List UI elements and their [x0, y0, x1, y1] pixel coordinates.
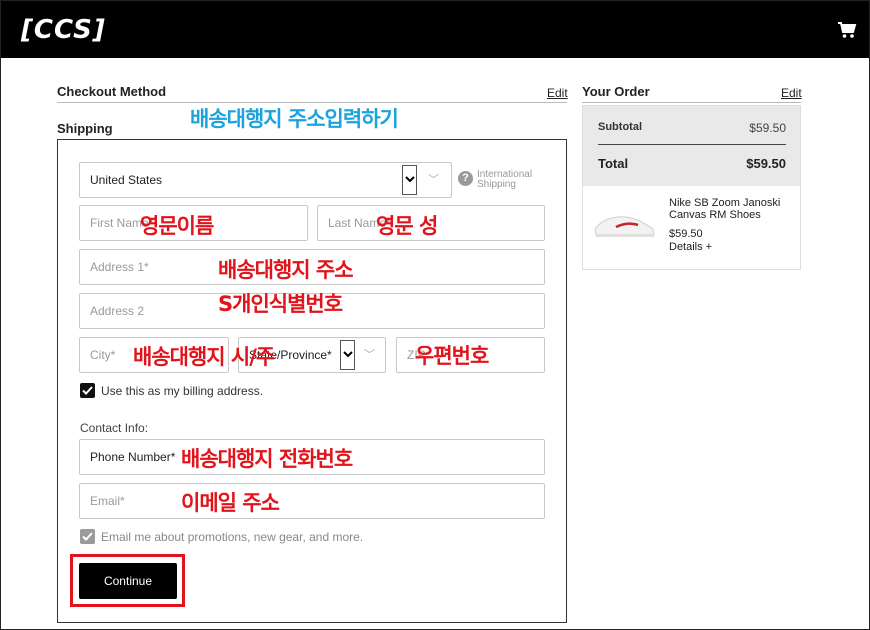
- order-totals: [583, 106, 800, 186]
- annotation-last-name: 영문 성: [376, 214, 438, 238]
- address2-placeholder: Address 2: [90, 304, 145, 318]
- address1-placeholder: Address 1*: [90, 260, 149, 274]
- product-name-line1: Nike SB Zoom Janoski: [669, 197, 781, 209]
- country-value: United States: [90, 173, 163, 187]
- phone-placeholder: Phone Number*: [90, 450, 176, 464]
- product-details-link[interactable]: Details +: [669, 241, 712, 253]
- chevron-down-icon: ﹀: [428, 174, 439, 186]
- email-placeholder: Email*: [90, 494, 125, 508]
- help-icon[interactable]: ?: [458, 171, 473, 186]
- product-name[interactable]: Nike SB Zoom Janoski Canvas RM Shoes: [669, 197, 780, 221]
- country-dropdown-button[interactable]: [402, 165, 417, 195]
- contact-info-label: Contact Info:: [80, 421, 149, 435]
- totals-divider: [598, 144, 786, 145]
- state-dropdown-button[interactable]: [340, 340, 355, 370]
- state-select-chevron-box[interactable]: ﹀: [356, 337, 386, 373]
- cart-icon[interactable]: [837, 21, 859, 41]
- continue-button[interactable]: Continue: [79, 563, 177, 599]
- annotation-zip: 우편번호: [415, 344, 489, 368]
- promo-checkbox[interactable]: [80, 529, 95, 544]
- your-order-title: Your Order: [582, 84, 650, 99]
- checkout-method-title: Checkout Method: [57, 84, 167, 99]
- site-header: [1, 1, 869, 58]
- shipping-title: Shipping: [57, 121, 113, 136]
- billing-checkbox[interactable]: [80, 383, 95, 398]
- subtotal-label: Subtotal: [598, 121, 642, 133]
- country-select[interactable]: United States: [79, 162, 419, 198]
- email-field[interactable]: Email*: [79, 483, 545, 519]
- subtotal-value: $59.50: [749, 121, 786, 135]
- billing-checkbox-label: Use this as my billing address.: [101, 384, 264, 398]
- product-price: $59.50: [669, 228, 703, 240]
- total-label: Total: [598, 156, 629, 171]
- annotation-title: 배송대행지 주소입력하기: [190, 107, 399, 131]
- city-placeholder: City*: [90, 348, 116, 362]
- promo-checkbox-label: Email me about promotions, new gear, and…: [101, 530, 364, 544]
- product-thumbnail[interactable]: [592, 207, 657, 241]
- site-logo[interactable]: [CCS]: [21, 15, 106, 45]
- annotation-address2: S개인식별번호: [218, 292, 343, 316]
- annotation-first-name: 영문이름: [140, 214, 214, 238]
- international-line2: Shipping: [477, 179, 516, 190]
- divider: [582, 102, 801, 103]
- annotation-email: 이메일 주소: [181, 491, 280, 515]
- your-order-edit-link[interactable]: Edit: [781, 86, 802, 100]
- chevron-down-icon: ﹀: [364, 349, 375, 361]
- international-shipping-link[interactable]: International Shipping: [477, 170, 532, 190]
- product-name-line2: Canvas RM Shoes: [669, 209, 761, 221]
- annotation-phone: 배송대행지 전화번호: [181, 447, 353, 471]
- checkout-method-edit-link[interactable]: Edit: [547, 86, 568, 100]
- annotation-address1: 배송대행지 주소: [218, 258, 354, 282]
- country-select-chevron-box[interactable]: ﹀: [418, 162, 452, 198]
- annotation-city-state: 배송대행지 시/주: [133, 345, 275, 369]
- total-value: $59.50: [746, 156, 786, 171]
